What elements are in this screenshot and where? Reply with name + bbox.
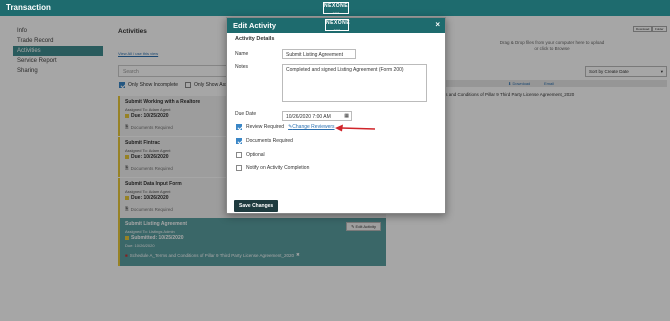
notes-label: Notes — [235, 64, 249, 70]
modal-title: Edit Activity — [233, 21, 277, 30]
edit-activity-modal: Edit Activity NEXONE aaaa × Activity Deta… — [226, 17, 446, 214]
due-date-input[interactable]: 10/26/2020 7:00 AM ▦ — [282, 111, 352, 121]
name-input[interactable]: Submit Listing Agreement — [282, 49, 356, 59]
change-reviewers-link[interactable]: ✎Change Reviewers — [288, 124, 334, 130]
due-date-label: Due Date — [235, 111, 257, 117]
notes-textarea[interactable]: Completed and signed Listing Agreement (… — [282, 64, 427, 102]
review-required-checkbox[interactable]: Review Required ✎Change Reviewers — [236, 124, 335, 130]
nexone-logo: NEXONE aaaa — [323, 2, 349, 15]
name-label: Name — [235, 51, 249, 57]
documents-required-checkbox[interactable]: Documents Required — [236, 138, 293, 144]
save-changes-button[interactable]: Save Changes — [234, 200, 279, 212]
app-header: Transaction NEXONE aaaa — [0, 0, 670, 16]
checkbox-checked-icon — [236, 124, 242, 130]
section-heading: Activity Details — [235, 36, 275, 42]
calendar-icon[interactable]: ▦ — [344, 113, 349, 119]
checkbox-icon — [236, 152, 242, 158]
annotation-arrow-icon — [335, 124, 375, 132]
nexone-logo: NEXONE aaaa — [325, 19, 351, 32]
page-title: Transaction — [6, 3, 51, 12]
notify-checkbox[interactable]: Notify on Activity Completion — [236, 165, 309, 171]
modal-header: Edit Activity NEXONE aaaa × — [227, 18, 445, 33]
optional-checkbox[interactable]: Optional — [236, 152, 265, 158]
checkbox-icon — [236, 165, 242, 171]
checkbox-checked-icon — [236, 138, 242, 144]
close-icon[interactable]: × — [435, 20, 440, 29]
